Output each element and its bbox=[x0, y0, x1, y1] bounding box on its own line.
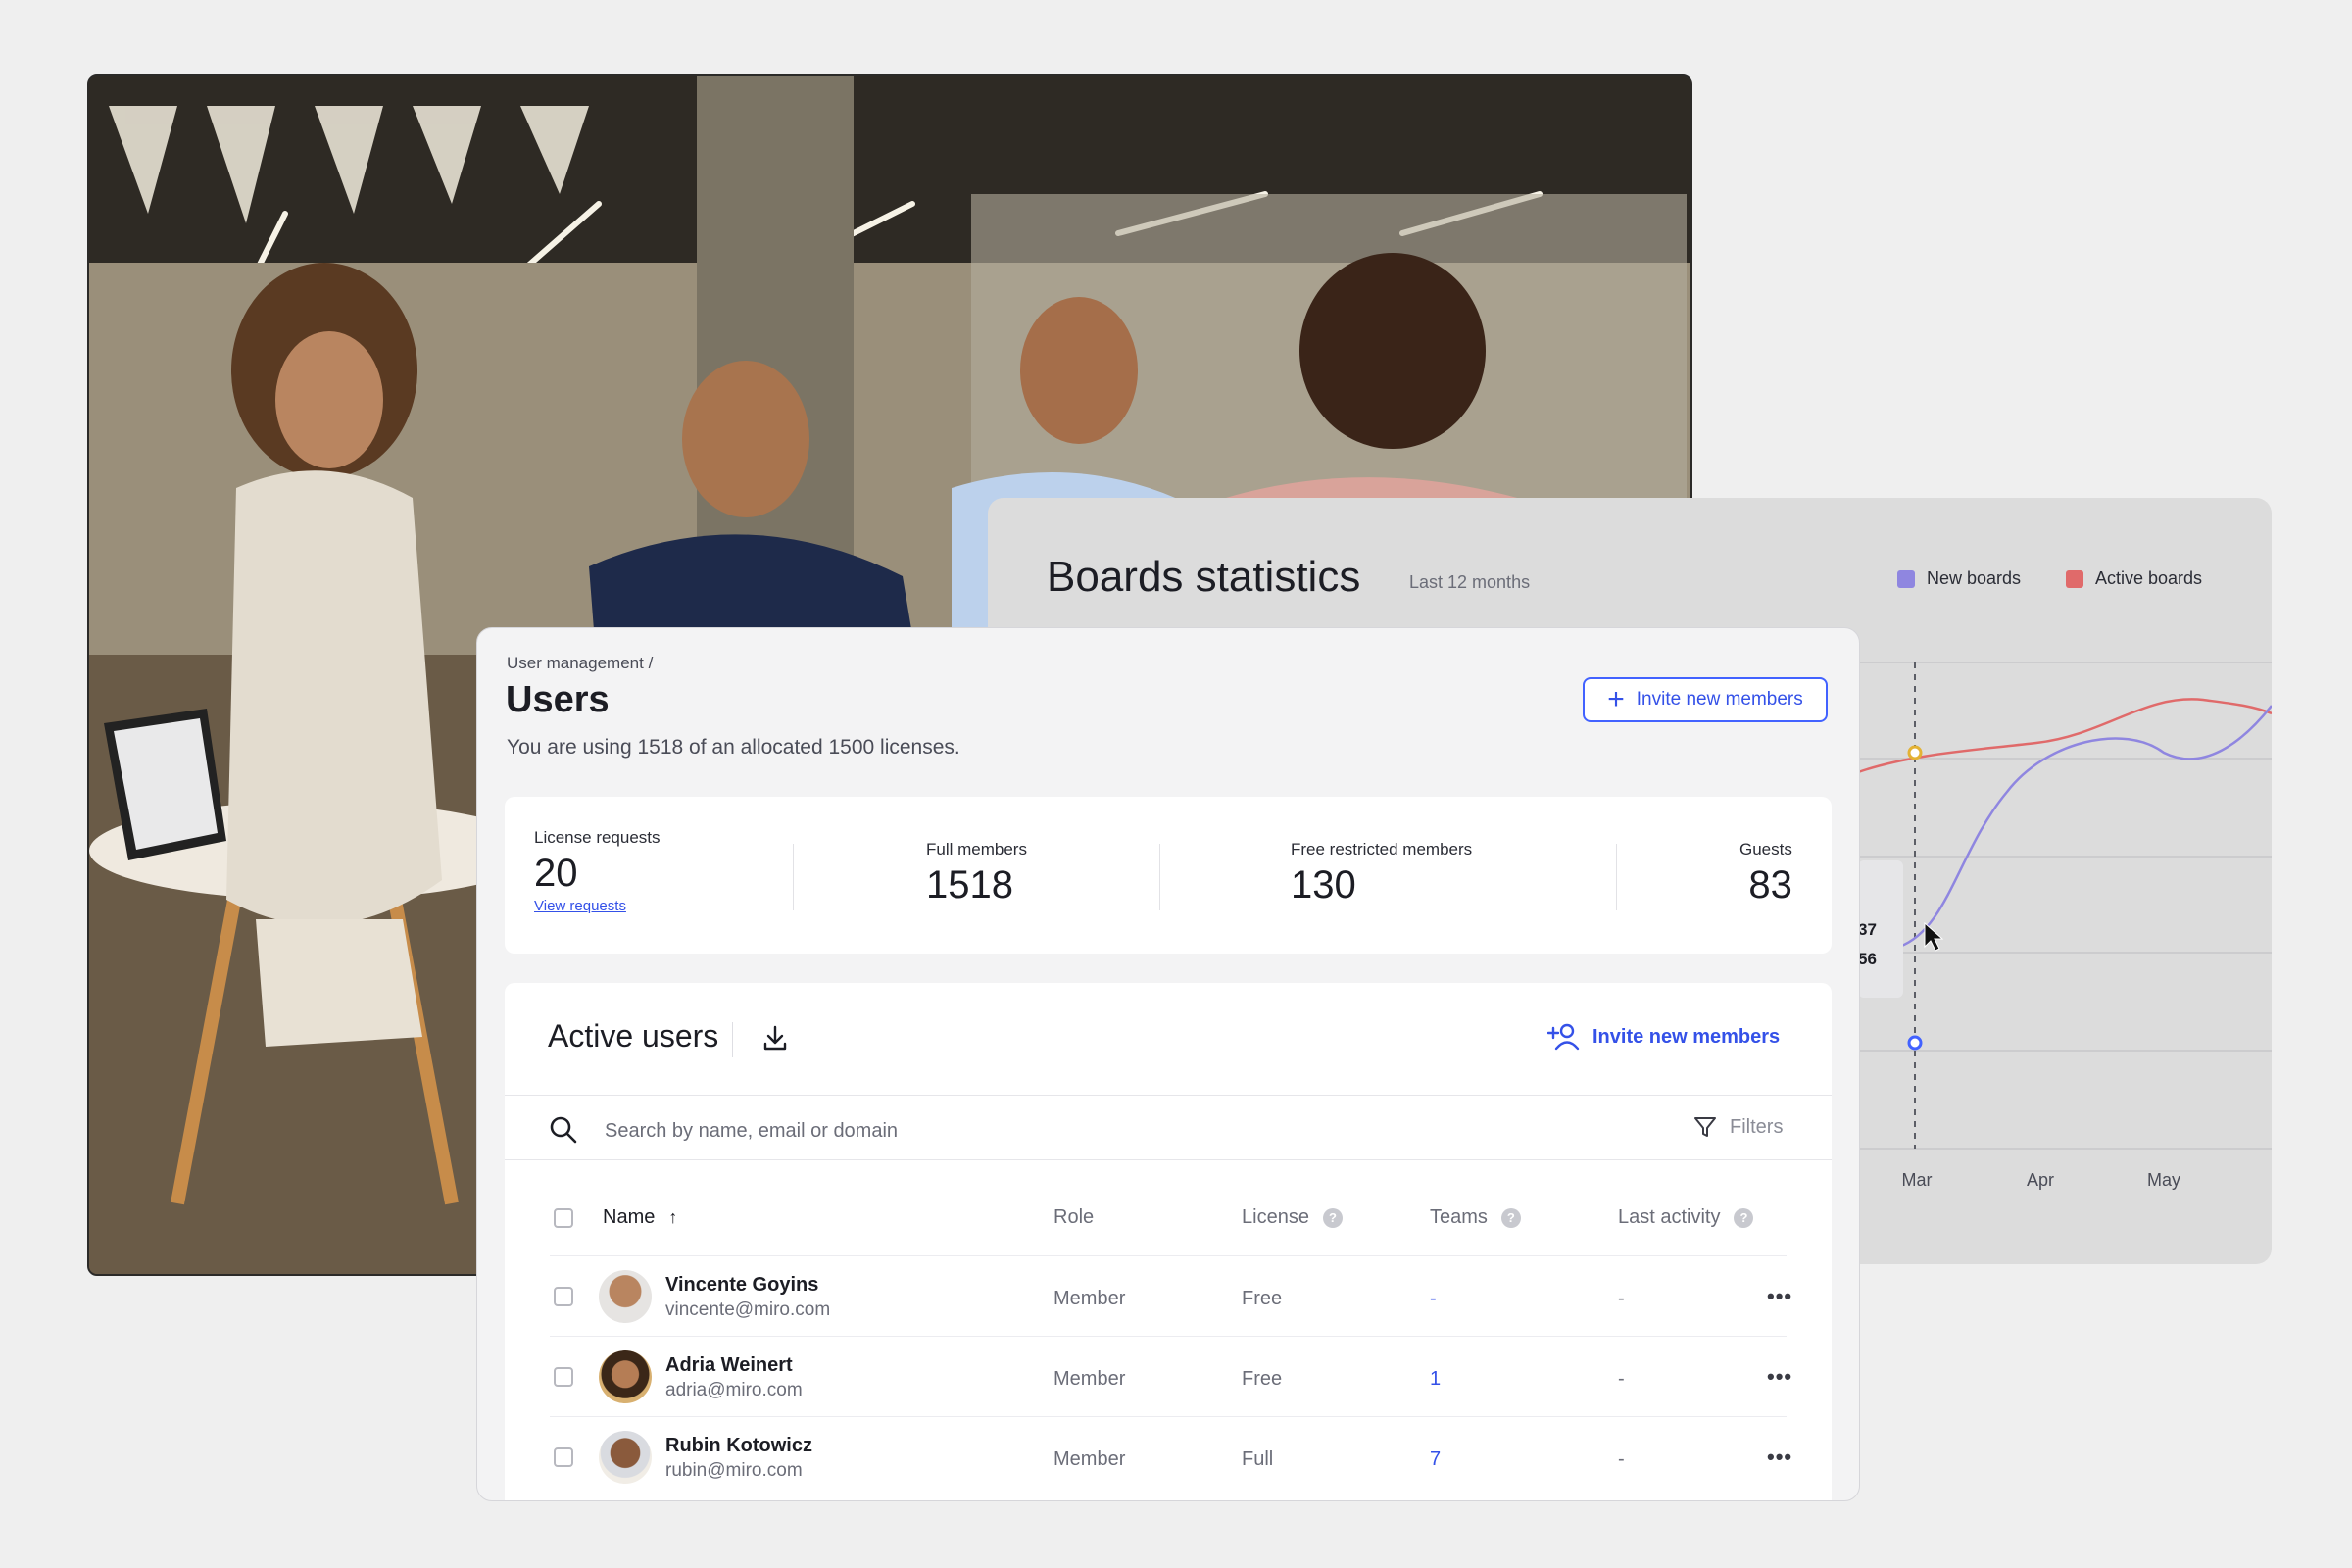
new-boards-line bbox=[1898, 705, 2272, 949]
row-checkbox[interactable] bbox=[554, 1287, 573, 1306]
table-row[interactable]: Rubin Kotowicz rubin@miro.com Member Ful… bbox=[550, 1416, 1791, 1497]
user-name: Adria Weinert bbox=[665, 1354, 793, 1376]
invite-new-members-link[interactable]: Invite new members bbox=[1547, 1022, 1780, 1052]
column-name-label: Name bbox=[603, 1206, 656, 1228]
avatar bbox=[599, 1270, 652, 1323]
user-name: Rubin Kotowicz bbox=[665, 1435, 812, 1456]
summary-divider bbox=[793, 844, 794, 910]
filters-button[interactable]: Filters bbox=[1692, 1114, 1783, 1140]
user-name: Vincente Goyins bbox=[665, 1274, 819, 1296]
invite-link-label: Invite new members bbox=[1592, 1025, 1781, 1048]
user-email: vincente@miro.com bbox=[665, 1299, 831, 1320]
row-checkbox[interactable] bbox=[554, 1447, 573, 1467]
active-boards-point bbox=[1907, 745, 1923, 760]
more-options-icon[interactable]: ••• bbox=[1767, 1284, 1792, 1309]
active-boards-line bbox=[1857, 698, 2272, 774]
search-input[interactable] bbox=[603, 1110, 1391, 1152]
license-summary: License requests 20 View requests Full m… bbox=[505, 797, 1832, 954]
user-license: Full bbox=[1242, 1448, 1274, 1470]
tooltip-value-2: 56 bbox=[1858, 950, 1877, 968]
x-tick-mar: Mar bbox=[1902, 1170, 1933, 1190]
summary-guests: Guests 83 bbox=[1740, 840, 1792, 997]
divider bbox=[505, 1159, 1832, 1160]
table-row[interactable]: Adria Weinert adria@miro.com Member Free… bbox=[550, 1336, 1791, 1417]
filters-label: Filters bbox=[1730, 1115, 1784, 1138]
summary-license-requests: License requests 20 View requests bbox=[534, 828, 661, 985]
license-requests-label: License requests bbox=[534, 828, 661, 847]
column-header-license[interactable]: License ? bbox=[1242, 1206, 1343, 1229]
column-header-role[interactable]: Role bbox=[1054, 1206, 1094, 1229]
sort-ascending-icon: ↑ bbox=[668, 1207, 678, 1227]
user-role: Member bbox=[1054, 1288, 1126, 1309]
column-teams-label: Teams bbox=[1430, 1206, 1488, 1228]
divider bbox=[505, 1095, 1832, 1096]
user-last-activity: - bbox=[1618, 1288, 1625, 1309]
user-license: Free bbox=[1242, 1368, 1283, 1390]
user-teams[interactable]: 7 bbox=[1430, 1448, 1441, 1471]
user-last-activity: - bbox=[1618, 1368, 1625, 1390]
license-requests-value: 20 bbox=[534, 852, 578, 895]
column-license-label: License bbox=[1242, 1206, 1309, 1228]
summary-divider bbox=[1159, 844, 1160, 910]
user-email: rubin@miro.com bbox=[665, 1460, 803, 1481]
invite-new-members-button[interactable]: + Invite new members bbox=[1583, 677, 1828, 722]
full-members-label: Full members bbox=[926, 840, 1027, 858]
summary-divider bbox=[1616, 844, 1617, 910]
license-usage-text: You are using 1518 of an allocated 1500 … bbox=[507, 736, 960, 759]
free-restricted-label: Free restricted members bbox=[1291, 840, 1473, 858]
summary-full-members: Full members 1518 bbox=[926, 840, 1027, 997]
plus-icon: + bbox=[1607, 683, 1625, 715]
filter-icon bbox=[1694, 1117, 1716, 1137]
column-last-activity-label: Last activity bbox=[1618, 1206, 1721, 1228]
x-tick-apr: Apr bbox=[2027, 1170, 2054, 1190]
view-requests-link[interactable]: View requests bbox=[534, 898, 626, 914]
avatar bbox=[599, 1431, 652, 1484]
user-last-activity: - bbox=[1618, 1448, 1625, 1470]
avatar bbox=[599, 1350, 652, 1403]
column-header-last-activity[interactable]: Last activity ? bbox=[1618, 1206, 1754, 1229]
download-icon[interactable] bbox=[760, 1022, 791, 1054]
help-icon[interactable]: ? bbox=[1500, 1207, 1521, 1228]
help-icon[interactable]: ? bbox=[1734, 1207, 1754, 1228]
users-panel: User management / Users You are using 15… bbox=[476, 627, 1860, 1501]
cursor-icon bbox=[1924, 921, 1944, 952]
help-icon[interactable]: ? bbox=[1322, 1207, 1343, 1228]
new-boards-point bbox=[1907, 1035, 1923, 1051]
user-teams[interactable]: - bbox=[1430, 1288, 1437, 1310]
user-email: adria@miro.com bbox=[665, 1380, 803, 1400]
guests-label: Guests bbox=[1740, 840, 1792, 858]
tooltip-value-1: 37 bbox=[1858, 920, 1877, 939]
column-header-teams[interactable]: Teams ? bbox=[1430, 1206, 1521, 1229]
title-divider bbox=[732, 1022, 733, 1057]
add-user-icon bbox=[1547, 1023, 1580, 1051]
summary-free-restricted: Free restricted members 130 bbox=[1291, 840, 1472, 997]
more-options-icon[interactable]: ••• bbox=[1767, 1364, 1792, 1390]
user-role: Member bbox=[1054, 1368, 1126, 1390]
column-header-name[interactable]: Name ↑ bbox=[603, 1206, 677, 1229]
breadcrumb[interactable]: User management / bbox=[507, 654, 653, 673]
active-users-title: Active users bbox=[548, 1018, 719, 1054]
row-checkbox[interactable] bbox=[554, 1367, 573, 1387]
column-role-label: Role bbox=[1054, 1206, 1095, 1228]
full-members-value: 1518 bbox=[926, 863, 1013, 906]
x-tick-may: May bbox=[2147, 1170, 2180, 1190]
guests-value: 83 bbox=[1748, 863, 1792, 906]
page-title: Users bbox=[506, 679, 610, 720]
user-role: Member bbox=[1054, 1448, 1126, 1470]
search-icon bbox=[550, 1116, 577, 1144]
more-options-icon[interactable]: ••• bbox=[1767, 1445, 1792, 1470]
user-teams[interactable]: 1 bbox=[1430, 1368, 1441, 1391]
select-all-checkbox[interactable] bbox=[554, 1208, 573, 1228]
table-row[interactable]: Vincente Goyins vincente@miro.com Member… bbox=[550, 1255, 1791, 1337]
invite-button-label: Invite new members bbox=[1636, 689, 1803, 710]
user-license: Free bbox=[1242, 1288, 1283, 1309]
active-users-card: Active users Invite new members Filters bbox=[505, 983, 1832, 1500]
free-restricted-value: 130 bbox=[1291, 863, 1356, 906]
